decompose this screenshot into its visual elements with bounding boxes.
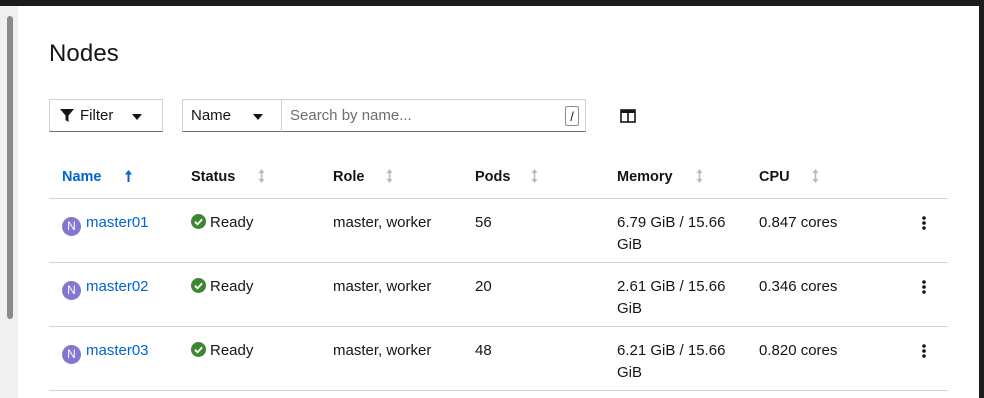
memory-usage: 6.21 GiB / 15.66 GiB [617, 342, 726, 381]
search-by-label: Name [191, 107, 232, 124]
sort-icon [531, 169, 538, 183]
memory-usage: 6.79 GiB / 15.66 GiB [617, 214, 726, 253]
column-header-memory[interactable]: Memory [617, 156, 759, 199]
cpu-usage: 0.346 cores [759, 278, 838, 295]
check-circle-icon [191, 214, 206, 229]
search-input[interactable] [282, 100, 552, 131]
column-header-label: Name [62, 169, 102, 185]
table-row: Nmaster01 Ready master, worker 56 6.79 G… [49, 198, 948, 263]
kebab-icon [922, 344, 926, 358]
status-text: Ready [210, 214, 254, 231]
sort-icon [258, 169, 265, 183]
table-row: Nmaster02 Ready master, worker 20 2.61 G… [49, 262, 948, 327]
page-content: Nodes Filter Name / Name [18, 6, 979, 398]
columns-icon[interactable] [620, 109, 636, 123]
kebab-icon [922, 280, 926, 294]
sort-ascending-icon [125, 170, 132, 182]
column-header-label: Memory [617, 169, 673, 185]
column-header-label: Status [191, 169, 236, 185]
row-actions-button[interactable] [889, 263, 948, 294]
role-text: master, worker [333, 214, 432, 231]
table-row: Nmaster03 Ready master, worker 48 6.21 G… [49, 326, 948, 391]
pods-count: 20 [475, 278, 492, 295]
sort-icon [696, 169, 703, 183]
status-text: Ready [210, 342, 254, 359]
column-header-label: Pods [475, 169, 511, 185]
caret-down-icon [132, 114, 142, 120]
filter-label: Filter [80, 107, 114, 124]
column-header-cpu[interactable]: CPU [759, 156, 889, 199]
node-badge: N [62, 280, 81, 300]
scrollbar-thumb[interactable] [7, 16, 13, 319]
cpu-usage: 0.820 cores [759, 342, 838, 359]
row-actions-button[interactable] [889, 199, 948, 230]
column-header-label: CPU [759, 169, 790, 185]
column-header-role[interactable]: Role [333, 156, 475, 199]
cpu-usage: 0.847 cores [759, 214, 838, 231]
search-field: / [281, 99, 586, 132]
window-edge [979, 6, 984, 398]
node-link[interactable]: master02 [86, 278, 149, 295]
filter-icon [60, 108, 74, 122]
pods-count: 48 [475, 342, 492, 359]
table-header-row: Name Status Role Pods Memory CPU [49, 156, 948, 199]
filter-dropdown[interactable]: Filter [49, 99, 163, 132]
caret-down-icon [253, 114, 263, 120]
status-text: Ready [210, 278, 254, 295]
page-title: Nodes [49, 40, 119, 67]
memory-usage: 2.61 GiB / 15.66 GiB [617, 278, 726, 317]
sort-icon [386, 169, 393, 183]
column-header-label: Role [333, 169, 365, 185]
role-text: master, worker [333, 278, 432, 295]
keyboard-shortcut-hint: / [565, 106, 579, 126]
column-header-pods[interactable]: Pods [475, 156, 617, 199]
column-header-name[interactable]: Name [49, 156, 191, 199]
node-link[interactable]: master01 [86, 214, 149, 231]
scrollbar[interactable] [0, 6, 18, 398]
check-circle-icon [191, 342, 206, 357]
search-by-select[interactable]: Name [182, 99, 282, 132]
kebab-icon [922, 216, 926, 230]
check-circle-icon [191, 278, 206, 293]
nodes-table: Name Status Role Pods Memory CPU N maste… [49, 156, 948, 391]
node-badge: N [62, 344, 81, 364]
role-text: master, worker [333, 342, 432, 359]
sort-icon [812, 169, 819, 183]
column-header-actions [889, 156, 948, 199]
column-header-status[interactable]: Status [191, 156, 333, 199]
node-link[interactable]: master03 [86, 342, 149, 359]
row-actions-button[interactable] [889, 327, 948, 358]
node-badge: N [62, 216, 81, 236]
pods-count: 56 [475, 214, 492, 231]
